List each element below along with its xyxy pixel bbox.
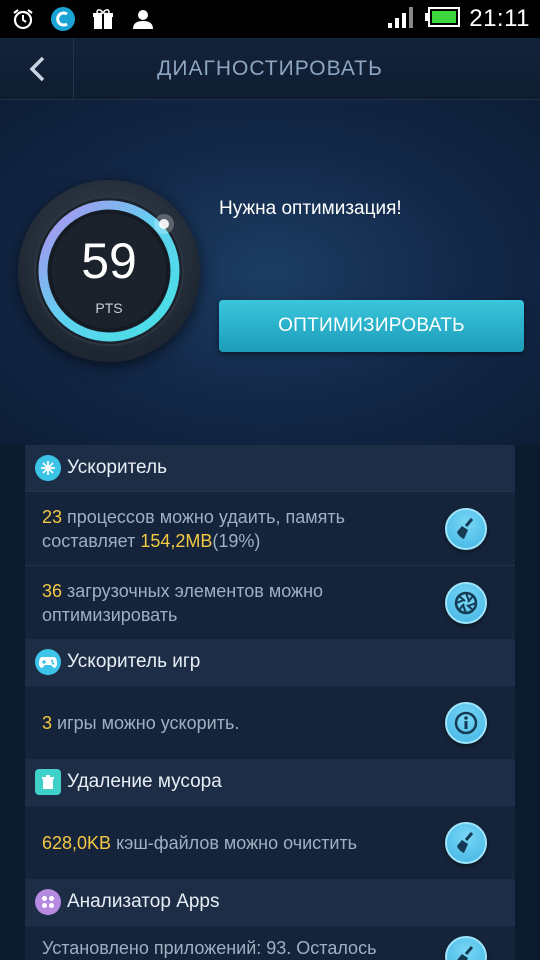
section-title: Ускоритель игр xyxy=(67,651,201,672)
list-item-cache: 628,0KB кэш-файлов можно очистить xyxy=(25,805,515,879)
list-item-startup: 36 загрузочных элементов можно оптимизир… xyxy=(25,565,515,639)
snowflake-icon xyxy=(35,455,61,481)
apps-clean-button[interactable] xyxy=(445,936,487,960)
aperture-icon xyxy=(454,591,478,614)
broom-icon xyxy=(457,946,474,960)
score-unit: PTS xyxy=(95,300,123,316)
section-game-booster: Ускоритель игр xyxy=(25,639,515,685)
score-panel: 59 PTS Нужна оптимизация! ОПТИМИЗИРОВАТЬ xyxy=(0,100,540,445)
person-icon xyxy=(130,6,156,32)
back-button[interactable] xyxy=(0,37,74,100)
gamepad-icon xyxy=(35,649,61,675)
info-icon xyxy=(454,711,478,734)
game-info-button[interactable] xyxy=(445,701,487,744)
signal-icon xyxy=(387,5,417,34)
optimize-button[interactable]: ОПТИМИЗИРОВАТЬ xyxy=(219,300,524,352)
battery-icon xyxy=(425,6,461,33)
score-value: 59 xyxy=(81,233,137,289)
cache-text: 628,0KB кэш-файлов можно очистить xyxy=(42,832,358,853)
broom-icon xyxy=(457,517,474,539)
list-item-games: 3 игры можно ускорить. xyxy=(25,685,515,759)
section-apps-analyzer: Анализатор Apps xyxy=(25,879,515,925)
optimize-startup-button[interactable] xyxy=(445,581,487,624)
section-booster: Ускоритель xyxy=(25,445,515,491)
startup-text: 36 загрузочных элементов можно оптимизир… xyxy=(42,580,324,625)
status-bar: 21:11 xyxy=(0,0,540,38)
alarm-icon xyxy=(10,6,36,32)
trash-icon xyxy=(35,769,61,795)
section-junk-cleanup: Удаление мусора xyxy=(25,759,515,805)
clock: 21:11 xyxy=(469,5,530,32)
list-item-processes: 23 процессов можно удаить, память состав… xyxy=(25,491,515,565)
chevron-left-icon xyxy=(29,56,44,81)
app-c-icon xyxy=(50,6,76,32)
app-header: ДИАГНОСТИРОВАТЬ xyxy=(0,37,540,100)
apps-text: Установлено приложений: 93. Осталось xyxy=(42,938,377,958)
apps-icon xyxy=(35,889,61,915)
processes-text: 23 процессов можно удаить, память состав… xyxy=(42,506,345,551)
clean-processes-button[interactable] xyxy=(445,507,487,550)
section-title: Ускоритель xyxy=(67,457,167,478)
clean-cache-button[interactable] xyxy=(445,821,487,864)
games-text: 3 игры можно ускорить. xyxy=(42,712,240,733)
score-gauge: 59 PTS xyxy=(18,180,200,362)
list-item-apps: Установлено приложений: 93. Осталось xyxy=(25,925,515,960)
diagnostics-list: Ускоритель 23 процессов можно удаить, па… xyxy=(25,445,515,960)
section-title: Анализатор Apps xyxy=(67,891,220,912)
page-title: ДИАГНОСТИРОВАТЬ xyxy=(157,56,383,80)
broom-icon xyxy=(457,831,474,853)
section-title: Удаление мусора xyxy=(67,771,222,792)
status-message: Нужна оптимизация! xyxy=(219,198,402,219)
gift-icon xyxy=(90,6,116,32)
